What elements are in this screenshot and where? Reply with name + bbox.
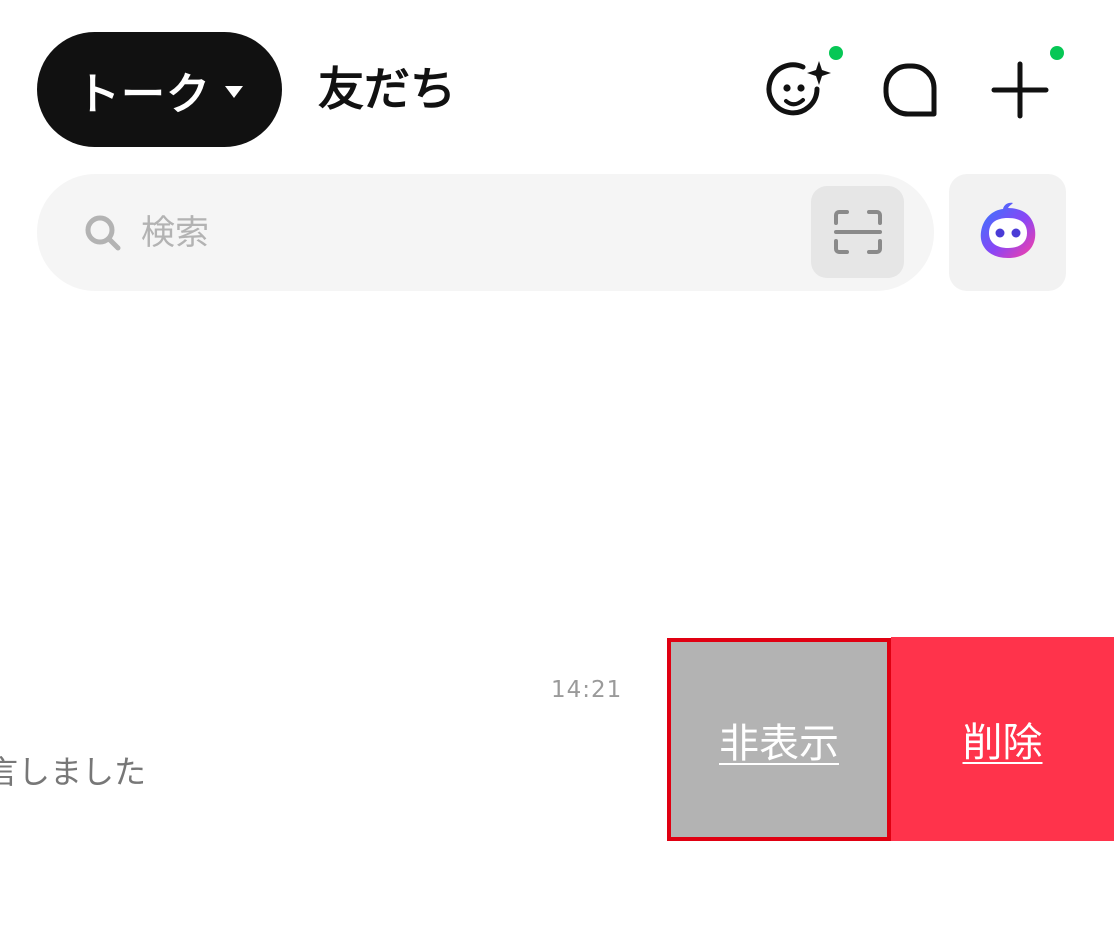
chevron-down-icon [225, 85, 243, 98]
ai-assistant-icon [980, 202, 1035, 258]
scan-icon [833, 210, 882, 254]
notification-dot [829, 46, 843, 60]
delete-button[interactable]: 削除 [891, 637, 1114, 841]
search-bar[interactable] [37, 174, 934, 291]
search-icon [85, 215, 121, 251]
tab-talk[interactable]: トーク [37, 32, 282, 147]
chat-list-item[interactable]: 14:21 言しました 非表示 削除 [0, 637, 1114, 842]
chat-message-preview: 言しました [0, 753, 147, 791]
face-sparkle-icon [766, 61, 831, 116]
ai-assistant-button[interactable] [949, 174, 1066, 291]
tab-friends[interactable]: 友だち [318, 58, 456, 120]
hide-button[interactable]: 非表示 [667, 638, 891, 841]
face-sparkle-button[interactable] [764, 46, 843, 126]
hide-button-label: 非表示 [719, 720, 839, 767]
search-input[interactable] [139, 204, 743, 262]
delete-button-label: 削除 [962, 720, 1043, 766]
square-chat-icon [883, 63, 937, 117]
plus-icon [991, 61, 1049, 119]
square-chat-button[interactable] [872, 54, 944, 126]
chat-timestamp: 14:21 [551, 677, 623, 703]
add-button[interactable] [984, 46, 1064, 126]
scan-button[interactable] [811, 186, 904, 278]
notification-dot [1050, 46, 1064, 60]
tab-talk-label: トーク [76, 68, 211, 120]
